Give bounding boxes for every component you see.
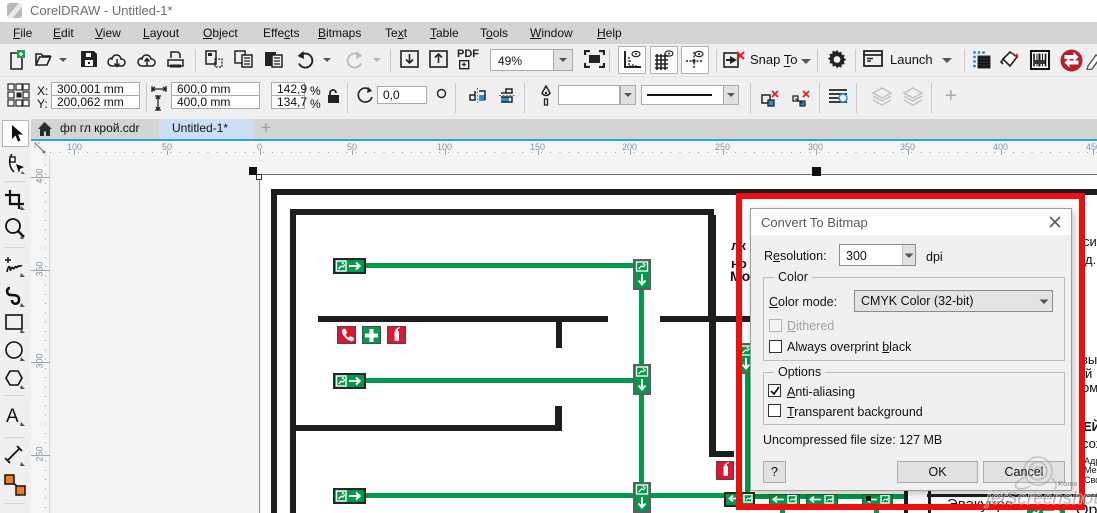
svg-text:A: A: [6, 406, 19, 427]
